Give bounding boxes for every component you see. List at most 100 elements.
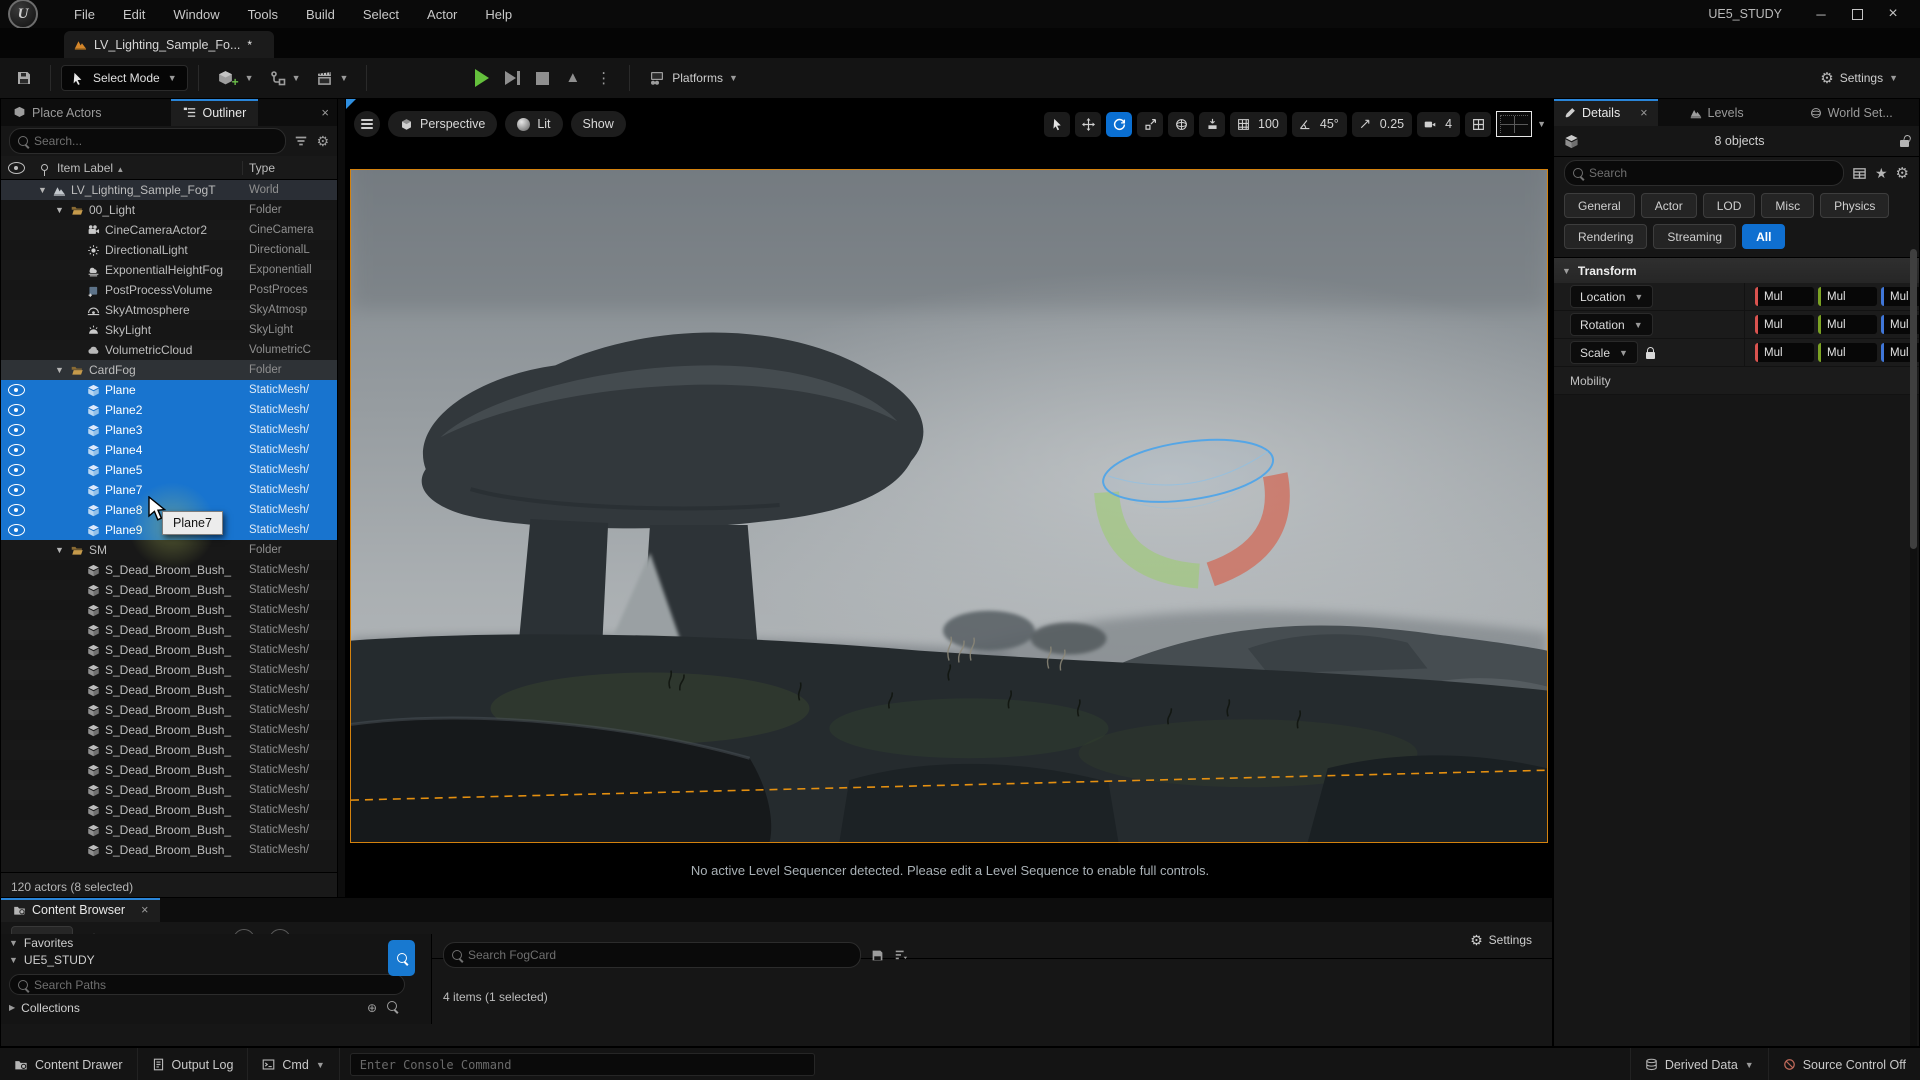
outliner-row[interactable]: S_Dead_Broom_Bush_StaticMesh/ — [1, 700, 337, 720]
platforms-dropdown[interactable]: Platforms ▼ — [640, 65, 746, 91]
outliner-row[interactable]: Plane2StaticMesh/ — [1, 400, 337, 420]
scale-snap-value[interactable]: 0.25 — [1378, 117, 1412, 131]
outliner-row[interactable]: DirectionalLightDirectionalL — [1, 240, 337, 260]
settings-dropdown[interactable]: ⚙ Settings ▼ — [1812, 64, 1906, 92]
outliner-row[interactable]: S_Dead_Broom_Bush_StaticMesh/ — [1, 820, 337, 840]
details-filter-all[interactable]: All — [1742, 224, 1785, 249]
eye-icon[interactable] — [8, 504, 25, 516]
menu-file[interactable]: File — [62, 2, 107, 27]
cinematics-button[interactable]: ▼ — [308, 65, 356, 92]
tab-place-actors[interactable]: Place Actors — [1, 99, 113, 126]
outliner-row[interactable]: SkyLightSkyLight — [1, 320, 337, 340]
expander-icon[interactable]: ▼ — [55, 205, 65, 215]
minimize-button[interactable]: ─ — [1808, 5, 1834, 23]
outliner-row[interactable]: ExponentialHeightFogExponentiall — [1, 260, 337, 280]
save-button[interactable] — [8, 65, 40, 91]
cmd-dropdown[interactable]: Cmd ▼ — [248, 1048, 339, 1080]
lock-icon[interactable] — [1646, 352, 1655, 359]
outliner-search-input[interactable]: Search... — [9, 128, 286, 154]
outliner-row[interactable]: S_Dead_Broom_Bush_StaticMesh/ — [1, 580, 337, 600]
camera-speed[interactable] — [1417, 112, 1443, 137]
camera-speed-value[interactable]: 4 — [1443, 117, 1460, 131]
details-scrollbar-thumb[interactable] — [1910, 249, 1917, 549]
sources-search-toggle[interactable] — [388, 940, 415, 976]
details-filter-general[interactable]: General — [1564, 193, 1635, 218]
grid-snap-toggle[interactable] — [1230, 112, 1256, 137]
transform-section[interactable]: ▼Transform — [1554, 257, 1919, 283]
rendered-scene[interactable] — [350, 169, 1548, 843]
outliner-row[interactable]: ▼CardFogFolder — [1, 360, 337, 380]
eye-icon[interactable] — [8, 524, 25, 536]
scale-snap-toggle[interactable] — [1352, 112, 1378, 137]
project-folder-item[interactable]: ▼UE5_STUDY — [1, 951, 431, 968]
outliner-row[interactable]: S_Dead_Broom_Bush_StaticMesh/ — [1, 680, 337, 700]
eye-icon[interactable] — [8, 384, 25, 396]
location-g-field[interactable]: Mul — [1818, 287, 1877, 306]
world-local-toggle[interactable] — [1168, 112, 1194, 137]
favorites-item[interactable]: ▼Favorites — [1, 934, 431, 951]
source-control-button[interactable]: Source Control Off — [1768, 1048, 1920, 1080]
visibility-column-header[interactable] — [1, 162, 31, 174]
outliner-row[interactable]: S_Dead_Broom_Bush_StaticMesh/ — [1, 740, 337, 760]
select-tool[interactable] — [1044, 112, 1070, 137]
eject-button[interactable]: ▲ — [557, 68, 588, 88]
output-log-button[interactable]: Output Log — [138, 1048, 249, 1080]
details-settings-icon[interactable]: ⚙ — [1896, 164, 1909, 182]
surface-snapping[interactable] — [1199, 112, 1225, 137]
move-tool[interactable] — [1075, 112, 1101, 137]
menu-build[interactable]: Build — [294, 2, 347, 27]
eye-icon[interactable] — [8, 484, 25, 496]
details-filter-streaming[interactable]: Streaming — [1653, 224, 1736, 249]
unlock-icon[interactable] — [1900, 140, 1909, 147]
menu-window[interactable]: Window — [161, 2, 231, 27]
details-close-icon[interactable]: × — [1640, 106, 1647, 120]
rotation-snap-toggle[interactable] — [1292, 112, 1318, 137]
select-mode-dropdown[interactable]: Select Mode ▼ — [61, 65, 188, 91]
add-collection-icon[interactable]: ⊕ — [367, 1001, 377, 1015]
frame-skip-button[interactable] — [497, 66, 528, 90]
quad-view-toggle[interactable] — [1465, 112, 1491, 137]
scale-g-field[interactable]: Mul — [1818, 343, 1877, 362]
expander-icon[interactable]: ▼ — [55, 545, 65, 555]
asset-search-input[interactable]: Search FogCard — [443, 942, 861, 968]
menu-tools[interactable]: Tools — [236, 2, 290, 27]
maximize-button[interactable] — [1844, 5, 1870, 23]
level-tab[interactable]: LV_Lighting_Sample_Fo... * — [64, 31, 274, 58]
outliner-row[interactable]: Plane7StaticMesh/ — [1, 480, 337, 500]
add-actor-button[interactable]: +▼ — [209, 62, 262, 94]
search-paths-input[interactable]: Search Paths — [9, 974, 405, 995]
viewport-options-menu[interactable] — [354, 111, 380, 137]
rotation-snap-value[interactable]: 45° — [1318, 117, 1347, 131]
outliner-row[interactable]: ▼LV_Lighting_Sample_FogTWorld — [1, 180, 337, 200]
outliner-row[interactable]: S_Dead_Broom_Bush_StaticMesh/ — [1, 780, 337, 800]
outliner-row[interactable]: PlaneStaticMesh/ — [1, 380, 337, 400]
menu-edit[interactable]: Edit — [111, 2, 157, 27]
outliner-row[interactable]: S_Dead_Broom_Bush_StaticMesh/ — [1, 620, 337, 640]
outliner-row[interactable]: S_Dead_Broom_Bush_StaticMesh/ — [1, 660, 337, 680]
save-search-icon[interactable] — [871, 949, 884, 962]
blueprints-button[interactable]: ▼ — [262, 65, 309, 91]
console-command-input[interactable]: Enter Console Command — [350, 1053, 815, 1076]
outliner-row[interactable]: ▼00_LightFolder — [1, 200, 337, 220]
tab-details[interactable]: Details × — [1554, 99, 1658, 126]
details-filter-misc[interactable]: Misc — [1761, 193, 1814, 218]
details-filter-actor[interactable]: Actor — [1641, 193, 1697, 218]
outliner-row[interactable]: S_Dead_Broom_Bush_StaticMesh/ — [1, 760, 337, 780]
outliner-row[interactable]: Plane4StaticMesh/ — [1, 440, 337, 460]
content-drawer-button[interactable]: Content Drawer — [0, 1048, 138, 1080]
outliner-row[interactable]: Plane3StaticMesh/ — [1, 420, 337, 440]
menu-actor[interactable]: Actor — [415, 2, 469, 27]
outliner-row[interactable]: S_Dead_Broom_Bush_StaticMesh/ — [1, 720, 337, 740]
outliner-filter-icon[interactable] — [294, 134, 308, 148]
outliner-row[interactable]: Plane5StaticMesh/ — [1, 460, 337, 480]
display-options-icon[interactable] — [1852, 166, 1867, 181]
outliner-row[interactable]: S_Dead_Broom_Bush_StaticMesh/ — [1, 640, 337, 660]
outliner-close-icon[interactable]: × — [321, 105, 329, 120]
eye-icon[interactable] — [8, 424, 25, 436]
stop-button[interactable] — [528, 67, 557, 90]
scale-dropdown[interactable]: Scale▼ — [1570, 341, 1638, 364]
derived-data-button[interactable]: Derived Data ▼ — [1630, 1048, 1768, 1080]
content-browser-close-icon[interactable]: × — [141, 903, 148, 917]
menu-select[interactable]: Select — [351, 2, 411, 27]
viewport-layout-chevron[interactable]: ▼ — [1537, 119, 1546, 129]
